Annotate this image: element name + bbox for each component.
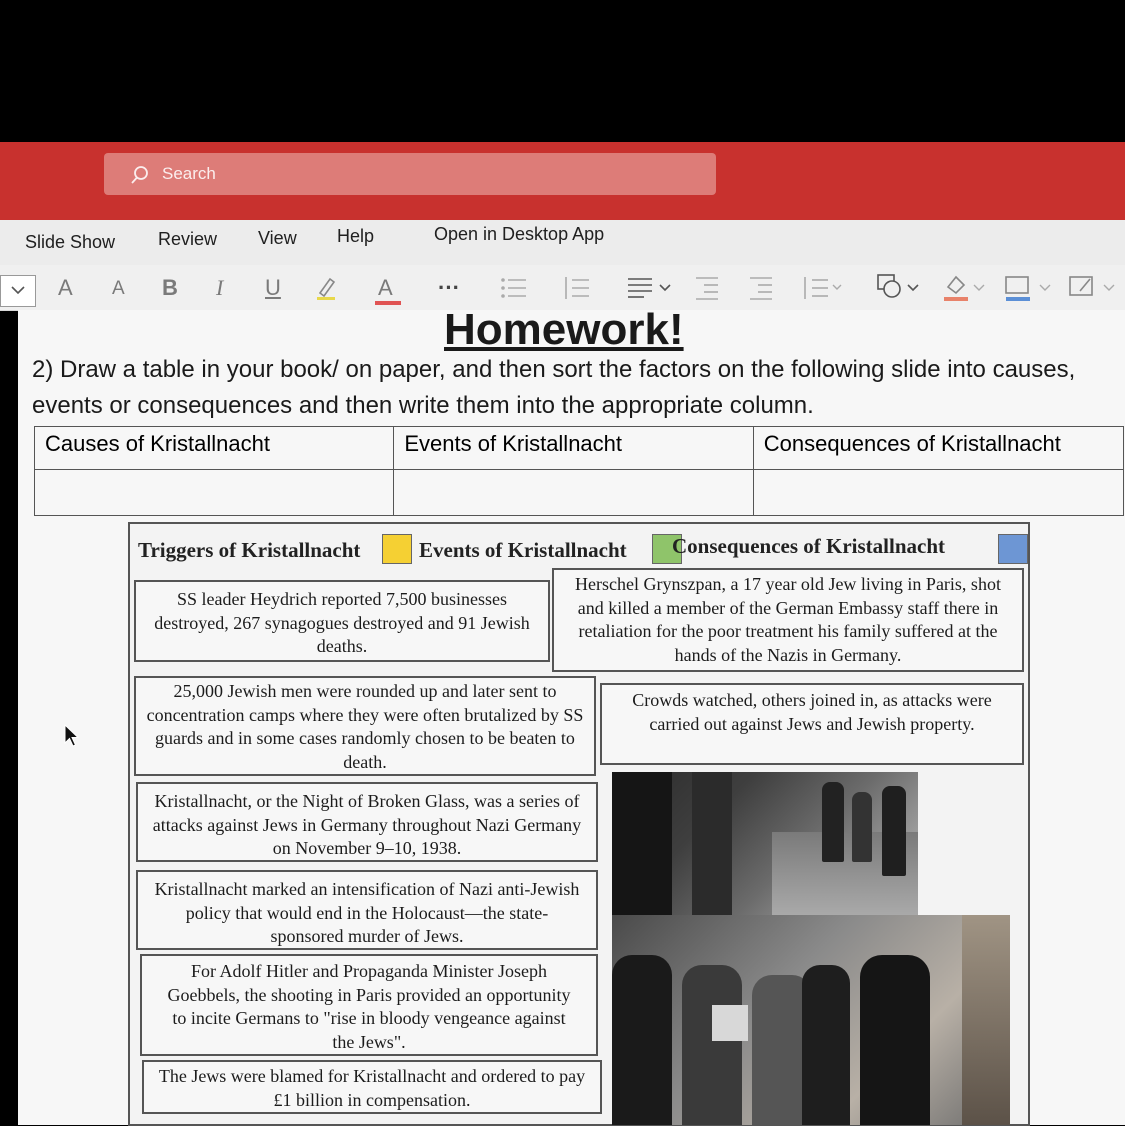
factor-card[interactable]: 25,000 Jewish men were rounded up and la… (134, 676, 596, 776)
factor-card[interactable]: Kristallnacht, or the Night of Broken Gl… (136, 782, 598, 862)
menu-slide-show[interactable]: Slide Show (25, 232, 115, 253)
deportation-photo (612, 915, 1010, 1125)
grow-font-button[interactable]: A (58, 275, 73, 301)
legend-label-consequences: Consequences of Kristallnacht (672, 534, 945, 558)
align-dropdown-icon[interactable] (626, 275, 674, 301)
sorting-table: Causes of Kristallnacht Events of Krista… (33, 426, 1125, 516)
shapes-icon[interactable] (876, 273, 922, 303)
search-placeholder: Search (162, 164, 216, 183)
underline-button[interactable]: U (265, 275, 281, 301)
font-color-swatch (375, 301, 401, 305)
font-color-button[interactable]: A (378, 275, 393, 301)
shape-fill-icon[interactable] (942, 273, 988, 303)
menu-review[interactable]: Review (158, 229, 217, 250)
menu-open-desktop-app[interactable]: Open in Desktop App (434, 224, 604, 245)
legend: Triggers of Kristallnacht Events of Kris… (138, 532, 1028, 572)
factor-card[interactable]: Herschel Grynszpan, a 17 year old Jew li… (552, 568, 1024, 672)
homework-instruction: 2) Draw a table in your book/ on paper, … (32, 356, 1076, 419)
table-cell (33, 469, 395, 516)
more-options-button[interactable]: ··· (438, 275, 460, 301)
menu-view[interactable]: View (258, 228, 297, 249)
shape-effects-icon[interactable] (1068, 273, 1118, 303)
factor-card[interactable]: The Jews were blamed for Kristallnacht a… (142, 1060, 602, 1114)
header-causes: Causes of Kristallnacht (33, 426, 395, 470)
factor-card[interactable]: SS leader Heydrich reported 7,500 busine… (134, 580, 550, 662)
shrink-font-button[interactable]: A (112, 278, 125, 300)
bullet-list-icon[interactable] (500, 275, 528, 301)
menu-bar: Slide Show Review View Help Open in Desk… (0, 220, 1125, 265)
legend-label-events: Events of Kristallnacht (419, 538, 627, 562)
factor-card[interactable]: For Adolf Hitler and Propaganda Minister… (140, 954, 598, 1056)
font-size-dropdown[interactable] (0, 275, 36, 307)
header-events: Events of Kristallnacht (393, 426, 754, 470)
numbered-list-icon[interactable] (563, 275, 591, 301)
header-consequences: Consequences of Kristallnacht (752, 426, 1125, 470)
mouse-cursor-icon (64, 724, 80, 747)
table-cell (393, 469, 754, 516)
factor-card[interactable]: Crowds watched, others joined in, as att… (600, 683, 1024, 765)
increase-indent-icon[interactable] (748, 275, 774, 301)
search-box[interactable]: Search (104, 153, 716, 195)
table-cell (752, 469, 1125, 516)
decrease-indent-icon[interactable] (694, 275, 720, 301)
shape-outline-icon[interactable] (1004, 273, 1054, 303)
slide-title: Homework! (444, 305, 684, 354)
legend-label-triggers: Triggers of Kristallnacht (138, 538, 361, 562)
italic-button[interactable]: I (216, 275, 223, 301)
highlighter-icon[interactable] (314, 275, 340, 301)
chevron-down-icon (11, 286, 25, 295)
factor-card[interactable]: Kristallnacht marked an intensification … (136, 870, 598, 950)
menu-help[interactable]: Help (337, 226, 374, 247)
legend-swatch-consequences (998, 534, 1028, 564)
line-spacing-icon[interactable] (800, 275, 844, 301)
search-icon (131, 166, 148, 184)
legend-swatch-triggers (382, 534, 412, 564)
bold-button[interactable]: B (162, 275, 178, 301)
